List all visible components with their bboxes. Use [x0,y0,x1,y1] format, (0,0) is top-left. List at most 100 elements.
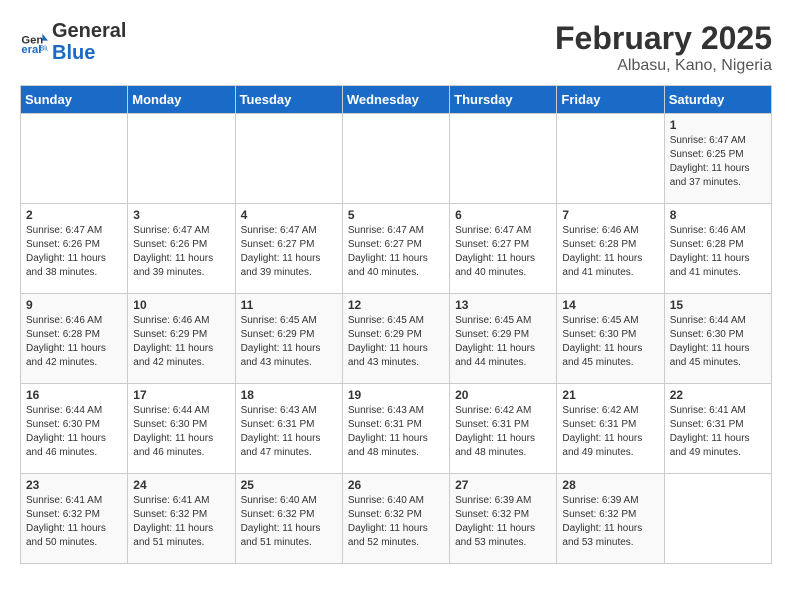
day-info: Sunrise: 6:41 AM Sunset: 6:32 PM Dayligh… [133,494,229,550]
calendar-cell: 22Sunrise: 6:41 AM Sunset: 6:31 PM Dayli… [664,384,771,474]
day-number: 15 [670,298,766,312]
calendar-cell [450,114,557,204]
day-info: Sunrise: 6:47 AM Sunset: 6:26 PM Dayligh… [133,224,229,280]
calendar-cell: 1 Sunrise: 6:47 AM Sunset: 6:25 PM Daylig… [664,114,771,204]
day-info: Sunrise: 6:44 AM Sunset: 6:30 PM Dayligh… [670,314,766,370]
calendar-cell [235,114,342,204]
day-info: Sunrise: 6:45 AM Sunset: 6:29 PM Dayligh… [348,314,444,370]
day-number: 6 [455,208,551,222]
day-number: 24 [133,478,229,492]
calendar-week-row: 1 Sunrise: 6:47 AM Sunset: 6:25 PM Daylig… [21,114,772,204]
calendar-cell: 13 Sunrise: 6:45 AM Sunset: 6:29 PM Dayli… [450,294,557,384]
calendar-cell: 10 Sunrise: 6:46 AM Sunset: 6:29 PM Dayli… [128,294,235,384]
calendar-cell [664,474,771,564]
calendar-cell: 5 Sunrise: 6:47 AM Sunset: 6:27 PM Daylig… [342,204,449,294]
day-number: 18 [241,388,337,402]
day-number: 9 [26,298,122,312]
calendar-cell: 24 Sunrise: 6:41 AM Sunset: 6:32 PM Dayli… [128,474,235,564]
day-number: 13 [455,298,551,312]
calendar-cell: 7 Sunrise: 6:46 AM Sunset: 6:28 PM Daylig… [557,204,664,294]
day-number: 4 [241,208,337,222]
calendar-week-row: 9 Sunrise: 6:46 AM Sunset: 6:28 PM Daylig… [21,294,772,384]
calendar-cell: 26Sunrise: 6:40 AM Sunset: 6:32 PM Dayli… [342,474,449,564]
weekday-header: Tuesday [235,86,342,114]
calendar-cell: 16 Sunrise: 6:44 AM Sunset: 6:30 PM Dayli… [21,384,128,474]
day-number: 27 [455,478,551,492]
day-number: 11 [241,298,337,312]
logo-icon: Gen eral Blue [20,28,48,56]
logo: Gen eral Blue General Blue [20,20,126,64]
day-number: 25 [241,478,337,492]
day-info: Sunrise: 6:47 AM Sunset: 6:26 PM Dayligh… [26,224,122,280]
calendar-cell: 21 Sunrise: 6:42 AM Sunset: 6:31 PM Dayli… [557,384,664,474]
day-number: 17 [133,388,229,402]
calendar-week-row: 23 Sunrise: 6:41 AM Sunset: 6:32 PM Dayli… [21,474,772,564]
day-number: 23 [26,478,122,492]
calendar-cell: 25 Sunrise: 6:40 AM Sunset: 6:32 PM Dayli… [235,474,342,564]
day-number: 5 [348,208,444,222]
day-number: 7 [562,208,658,222]
day-info: Sunrise: 6:45 AM Sunset: 6:29 PM Dayligh… [241,314,337,370]
day-info: Sunrise: 6:39 AM Sunset: 6:32 PM Dayligh… [562,494,658,550]
day-info: Sunrise: 6:39 AM Sunset: 6:32 PM Dayligh… [455,494,551,550]
day-info: Sunrise: 6:46 AM Sunset: 6:28 PM Dayligh… [562,224,658,280]
calendar-cell: 14 Sunrise: 6:45 AM Sunset: 6:30 PM Dayli… [557,294,664,384]
day-info: Sunrise: 6:44 AM Sunset: 6:30 PM Dayligh… [133,404,229,460]
calendar-cell: 11 Sunrise: 6:45 AM Sunset: 6:29 PM Dayli… [235,294,342,384]
weekday-header-row: SundayMondayTuesdayWednesdayThursdayFrid… [21,86,772,114]
calendar-cell [557,114,664,204]
day-info: Sunrise: 6:44 AM Sunset: 6:30 PM Dayligh… [26,404,122,460]
day-info: Sunrise: 6:45 AM Sunset: 6:29 PM Dayligh… [455,314,551,370]
calendar-cell: 20Sunrise: 6:42 AM Sunset: 6:31 PM Dayli… [450,384,557,474]
page-header: Gen eral Blue General Blue February 2025… [20,20,772,75]
calendar-cell: 18Sunrise: 6:43 AM Sunset: 6:31 PM Dayli… [235,384,342,474]
day-info: Sunrise: 6:41 AM Sunset: 6:32 PM Dayligh… [26,494,122,550]
svg-text:eral: eral [21,44,41,56]
calendar-cell: 3 Sunrise: 6:47 AM Sunset: 6:26 PM Daylig… [128,204,235,294]
day-number: 2 [26,208,122,222]
calendar-week-row: 16 Sunrise: 6:44 AM Sunset: 6:30 PM Dayli… [21,384,772,474]
calendar-cell: 27 Sunrise: 6:39 AM Sunset: 6:32 PM Dayli… [450,474,557,564]
calendar-cell: 12 Sunrise: 6:45 AM Sunset: 6:29 PM Dayli… [342,294,449,384]
day-number: 20 [455,388,551,402]
weekday-header: Monday [128,86,235,114]
calendar-table: SundayMondayTuesdayWednesdayThursdayFrid… [20,85,772,564]
day-number: 26 [348,478,444,492]
day-number: 21 [562,388,658,402]
day-info: Sunrise: 6:47 AM Sunset: 6:27 PM Dayligh… [348,224,444,280]
weekday-header: Friday [557,86,664,114]
day-number: 12 [348,298,444,312]
calendar-cell: 8 Sunrise: 6:46 AM Sunset: 6:28 PM Daylig… [664,204,771,294]
day-info: Sunrise: 6:46 AM Sunset: 6:29 PM Dayligh… [133,314,229,370]
day-number: 8 [670,208,766,222]
calendar-cell: 28Sunrise: 6:39 AM Sunset: 6:32 PM Dayli… [557,474,664,564]
calendar-cell: 9 Sunrise: 6:46 AM Sunset: 6:28 PM Daylig… [21,294,128,384]
day-info: Sunrise: 6:45 AM Sunset: 6:30 PM Dayligh… [562,314,658,370]
day-number: 16 [26,388,122,402]
day-info: Sunrise: 6:46 AM Sunset: 6:28 PM Dayligh… [26,314,122,370]
calendar-cell: 6 Sunrise: 6:47 AM Sunset: 6:27 PM Daylig… [450,204,557,294]
calendar-cell: 2 Sunrise: 6:47 AM Sunset: 6:26 PM Daylig… [21,204,128,294]
month-title: February 2025 [555,20,772,57]
day-number: 14 [562,298,658,312]
calendar-cell [342,114,449,204]
calendar-cell: 4Sunrise: 6:47 AM Sunset: 6:27 PM Daylig… [235,204,342,294]
calendar-cell [21,114,128,204]
day-number: 3 [133,208,229,222]
logo-general: General [52,20,126,42]
day-info: Sunrise: 6:40 AM Sunset: 6:32 PM Dayligh… [241,494,337,550]
weekday-header: Saturday [664,86,771,114]
calendar-cell: 17 Sunrise: 6:44 AM Sunset: 6:30 PM Dayli… [128,384,235,474]
day-info: Sunrise: 6:47 AM Sunset: 6:25 PM Dayligh… [670,134,766,190]
calendar-cell: 23 Sunrise: 6:41 AM Sunset: 6:32 PM Dayli… [21,474,128,564]
day-info: Sunrise: 6:46 AM Sunset: 6:28 PM Dayligh… [670,224,766,280]
logo-blue: Blue [52,42,126,64]
day-info: Sunrise: 6:47 AM Sunset: 6:27 PM Dayligh… [455,224,551,280]
day-number: 19 [348,388,444,402]
calendar-cell: 15 Sunrise: 6:44 AM Sunset: 6:30 PM Dayli… [664,294,771,384]
location-title: Albasu, Kano, Nigeria [555,57,772,75]
day-number: 1 [670,118,766,132]
day-number: 10 [133,298,229,312]
day-info: Sunrise: 6:42 AM Sunset: 6:31 PM Dayligh… [562,404,658,460]
weekday-header: Thursday [450,86,557,114]
